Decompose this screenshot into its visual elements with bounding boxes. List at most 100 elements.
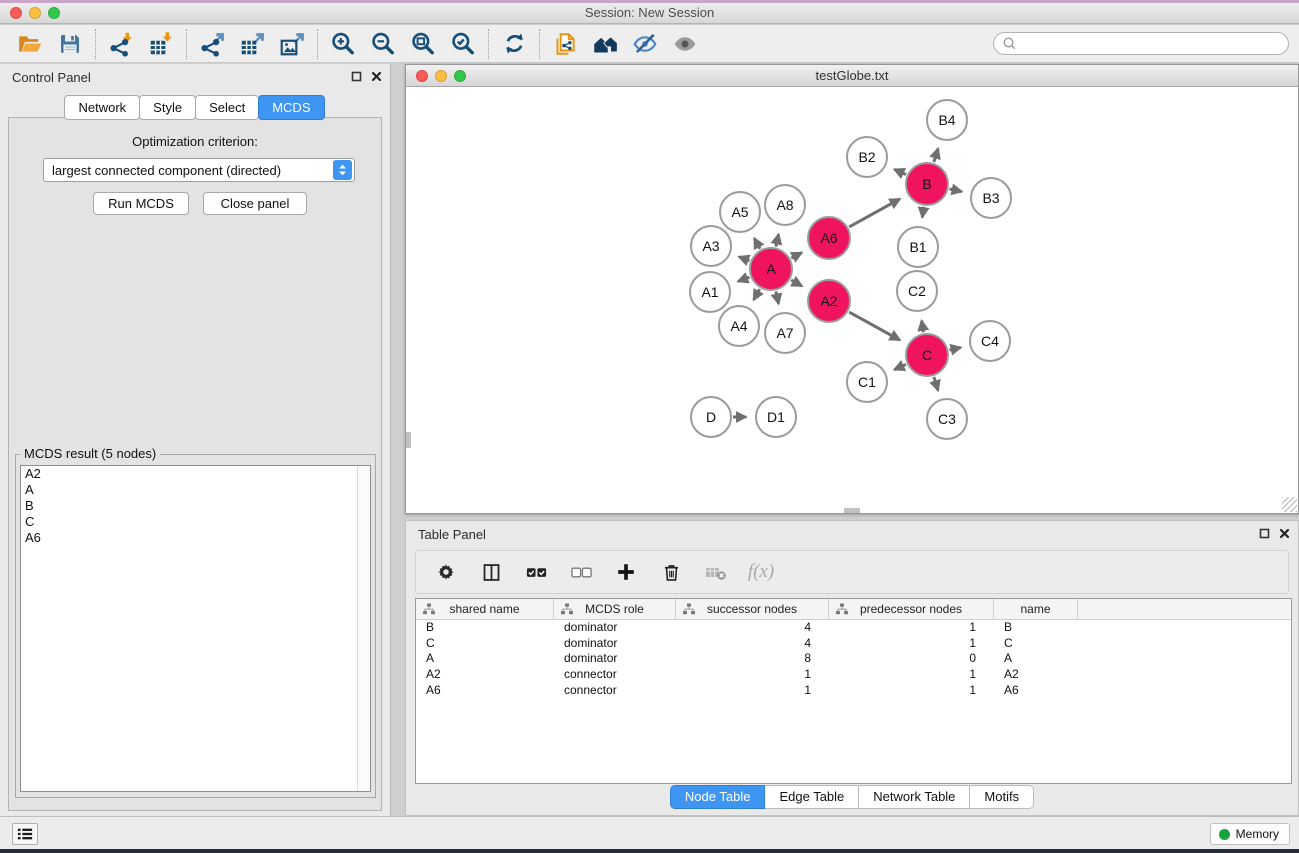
close-panel-icon[interactable] xyxy=(1279,528,1290,539)
home-views-button[interactable] xyxy=(585,28,625,60)
zoom-view-button[interactable] xyxy=(454,70,466,82)
result-item[interactable]: B xyxy=(21,498,370,514)
criterion-select[interactable]: largest connected component (directed) xyxy=(43,158,355,182)
float-panel-icon[interactable] xyxy=(1259,528,1270,539)
tab-style[interactable]: Style xyxy=(139,95,196,120)
edge-A-A6[interactable] xyxy=(791,253,801,259)
clone-network-button[interactable] xyxy=(545,28,585,60)
select-all-rows-button[interactable] xyxy=(522,558,550,586)
close-view-button[interactable] xyxy=(416,70,428,82)
column-header-predecessor-nodes[interactable]: predecessor nodes xyxy=(829,599,994,619)
open-session-button[interactable] xyxy=(10,28,50,60)
node-D[interactable]: D xyxy=(691,397,731,437)
node-C[interactable]: C xyxy=(906,334,948,376)
search-input[interactable] xyxy=(1022,37,1280,51)
network-window-titlebar[interactable]: testGlobe.txt xyxy=(406,65,1298,87)
edge-A-A1[interactable] xyxy=(738,277,749,281)
node-C2[interactable]: C2 xyxy=(897,271,937,311)
edge-C-C1[interactable] xyxy=(894,364,906,369)
node-B3[interactable]: B3 xyxy=(971,178,1011,218)
canvas-horizontal-scrollbar[interactable] xyxy=(844,508,860,513)
table-row[interactable]: Adominator80A xyxy=(416,651,1291,667)
delete-table-button[interactable] xyxy=(702,558,730,586)
zoom-fit-button[interactable] xyxy=(403,28,443,60)
edge-A-A3[interactable] xyxy=(739,257,750,261)
column-header-mcds-role[interactable]: MCDS role xyxy=(554,599,676,619)
show-hide-button[interactable] xyxy=(665,28,705,60)
search-box[interactable] xyxy=(993,32,1289,55)
canvas-vertical-scrollbar[interactable] xyxy=(406,432,411,448)
edge-A-A8[interactable] xyxy=(776,234,779,246)
node-B[interactable]: B xyxy=(906,163,948,205)
result-item[interactable]: C xyxy=(21,514,370,530)
table-row[interactable]: Cdominator41C xyxy=(416,636,1291,652)
mcds-result-list[interactable]: A2ABCA6 xyxy=(20,465,371,792)
edge-A2-C[interactable] xyxy=(849,312,900,340)
node-C4[interactable]: C4 xyxy=(970,321,1010,361)
tab-motifs[interactable]: Motifs xyxy=(970,785,1034,809)
edge-B-B1[interactable] xyxy=(922,207,924,218)
node-A2[interactable]: A2 xyxy=(808,280,850,322)
edge-C-C3[interactable] xyxy=(934,377,938,390)
function-builder-button[interactable]: f(x) xyxy=(747,558,775,586)
edge-A6-B[interactable] xyxy=(849,199,900,227)
tab-select[interactable]: Select xyxy=(195,95,259,120)
node-A4[interactable]: A4 xyxy=(719,306,759,346)
close-window-button[interactable] xyxy=(10,7,22,19)
column-header-shared-name[interactable]: shared name xyxy=(416,599,554,619)
tab-network-table[interactable]: Network Table xyxy=(859,785,970,809)
table-row[interactable]: A6connector11A6 xyxy=(416,683,1291,699)
edge-A-A4[interactable] xyxy=(754,289,760,300)
export-table-button[interactable] xyxy=(232,28,272,60)
node-A5[interactable]: A5 xyxy=(720,192,760,232)
close-panel-button[interactable]: Close panel xyxy=(203,192,307,215)
edge-A-A7[interactable] xyxy=(776,291,779,303)
edge-C-C4[interactable] xyxy=(949,348,960,351)
edge-A-A5[interactable] xyxy=(754,238,760,248)
node-B4[interactable]: B4 xyxy=(927,100,967,140)
import-network-button[interactable] xyxy=(101,28,141,60)
tab-mcds[interactable]: MCDS xyxy=(258,95,324,120)
resize-grip[interactable] xyxy=(1282,497,1297,512)
apply-layout-button[interactable] xyxy=(494,28,534,60)
save-session-button[interactable] xyxy=(50,28,90,60)
column-header-successor-nodes[interactable]: successor nodes xyxy=(676,599,829,619)
delete-column-button[interactable] xyxy=(657,558,685,586)
node-C1[interactable]: C1 xyxy=(847,362,887,402)
column-header-name[interactable]: name xyxy=(994,599,1078,619)
tab-network[interactable]: Network xyxy=(64,95,140,120)
minimize-view-button[interactable] xyxy=(435,70,447,82)
deselect-all-rows-button[interactable] xyxy=(567,558,595,586)
node-A6[interactable]: A6 xyxy=(808,217,850,259)
edge-B-B3[interactable] xyxy=(949,189,961,192)
close-panel-icon[interactable] xyxy=(371,71,382,82)
node-A1[interactable]: A1 xyxy=(690,272,730,312)
zoom-out-button[interactable] xyxy=(363,28,403,60)
node-A8[interactable]: A8 xyxy=(765,185,805,225)
node-B2[interactable]: B2 xyxy=(847,137,887,177)
zoom-window-button[interactable] xyxy=(48,7,60,19)
edge-B-B4[interactable] xyxy=(934,149,938,162)
export-network-button[interactable] xyxy=(192,28,232,60)
result-item[interactable]: A6 xyxy=(21,530,370,546)
node-C3[interactable]: C3 xyxy=(927,399,967,439)
zoom-in-button[interactable] xyxy=(323,28,363,60)
tab-edge-table[interactable]: Edge Table xyxy=(765,785,859,809)
table-row[interactable]: Bdominator41B xyxy=(416,620,1291,636)
toggle-style-button[interactable] xyxy=(625,28,665,60)
show-columns-button[interactable] xyxy=(477,558,505,586)
edge-B-B2[interactable] xyxy=(894,169,906,174)
tab-node-table[interactable]: Node Table xyxy=(670,785,766,809)
result-item[interactable]: A xyxy=(21,482,370,498)
minimize-window-button[interactable] xyxy=(29,7,41,19)
table-row[interactable]: A2connector11A2 xyxy=(416,667,1291,683)
edge-C-C2[interactable] xyxy=(922,321,924,333)
zoom-selected-button[interactable] xyxy=(443,28,483,60)
run-mcds-button[interactable]: Run MCDS xyxy=(93,192,189,215)
add-column-button[interactable] xyxy=(612,558,640,586)
task-history-button[interactable] xyxy=(12,823,38,845)
memory-button[interactable]: Memory xyxy=(1210,823,1290,845)
node-A[interactable]: A xyxy=(750,248,792,290)
node-D1[interactable]: D1 xyxy=(756,397,796,437)
result-item[interactable]: A2 xyxy=(21,466,370,482)
